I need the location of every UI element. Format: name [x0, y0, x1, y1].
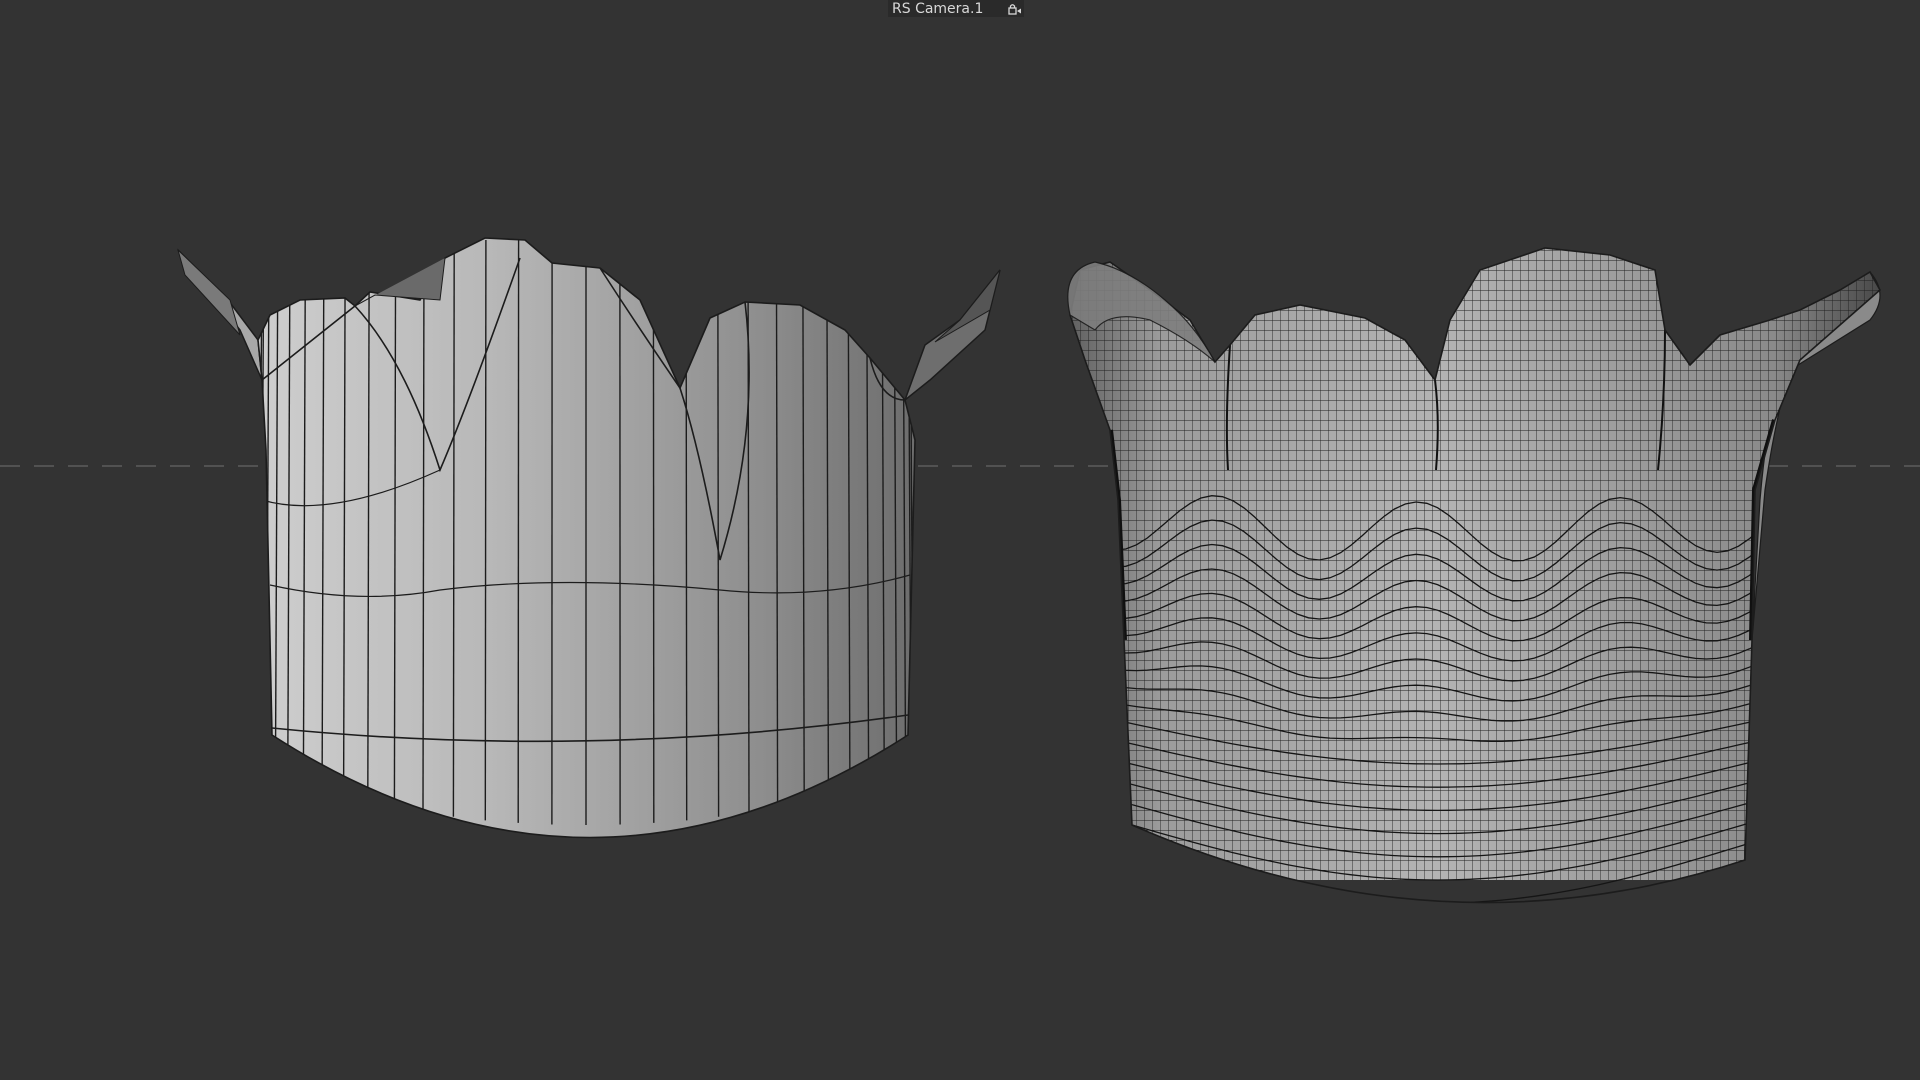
low-poly-crown[interactable] — [177, 230, 1001, 950]
camera-label[interactable]: RS Camera.1 — [888, 0, 1024, 17]
camera-lock-icon[interactable] — [1006, 0, 1024, 17]
subdivided-crown[interactable] — [1060, 240, 1900, 926]
camera-name: RS Camera.1 — [892, 0, 984, 17]
3d-viewport[interactable]: RS Camera.1 — [0, 0, 1920, 1080]
scene-canvas[interactable] — [0, 0, 1920, 1080]
